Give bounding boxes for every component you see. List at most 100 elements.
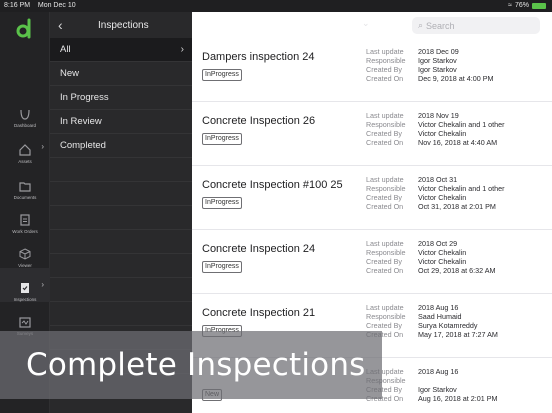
clipboard-list-icon xyxy=(20,214,30,226)
inspection-row[interactable]: Concrete Inspection #100 25 InProgress L… xyxy=(192,166,552,230)
inspection-meta: Last update 2018 Dec 09 Responsible Igor S… xyxy=(366,47,494,83)
responsible-value: Victor Chekalin and 1 other xyxy=(418,120,505,129)
meta-label: Last update xyxy=(366,47,404,56)
caption-text: Complete Inspections xyxy=(26,347,366,383)
meta-label: Created By xyxy=(366,129,402,138)
last-update-value: 2018 Oct 31 xyxy=(418,175,458,184)
filter-item-in-progress[interactable]: In Progress xyxy=(50,86,192,110)
created-by-value: Igor Starkov xyxy=(418,65,457,74)
search-input[interactable]: ⌕ Search xyxy=(412,17,540,34)
meta-label: Last update xyxy=(366,239,404,248)
inspection-name: Concrete Inspection 24 xyxy=(202,243,316,255)
created-on-value: Dec 9, 2018 at 4:00 PM xyxy=(418,74,494,83)
back-chevron-icon[interactable]: ‹ xyxy=(58,17,63,33)
last-update-value: 2018 Aug 16 xyxy=(418,367,459,376)
inspection-name: Dampers inspection 24 xyxy=(202,51,315,63)
filter-item-completed[interactable]: Completed xyxy=(50,134,192,158)
status-bar: 8:16 PM Mon Dec 10 ≈ 76% xyxy=(0,0,552,12)
caption-overlay: Complete Inspections xyxy=(0,331,382,399)
created-by-value: Victor Chekalin xyxy=(418,257,467,266)
filter-divider xyxy=(50,206,192,230)
battery-percent: 76% xyxy=(514,2,529,9)
app-logo-icon xyxy=(16,18,31,39)
filter-header: ‹ Inspections xyxy=(50,12,192,38)
rail-item-viewer[interactable]: Viewer xyxy=(0,234,50,268)
responsible-value: Victor Chekalin and 1 other xyxy=(418,184,505,193)
meta-label: Last update xyxy=(366,111,404,120)
house-icon xyxy=(19,144,31,156)
inspection-name: Concrete Inspection 21 xyxy=(202,307,316,319)
meta-label: Responsible xyxy=(366,56,406,65)
rail-item-documents[interactable]: Documents xyxy=(0,166,50,200)
created-on-value: Nov 16, 2018 at 4:40 AM xyxy=(418,138,498,147)
rail-item-work-orders[interactable]: Work Orders xyxy=(0,200,50,234)
created-on-value: Aug 16, 2018 at 2:01 PM xyxy=(418,394,498,403)
created-on-value: May 17, 2018 at 7:27 AM xyxy=(418,330,498,339)
created-by-value: Igor Starkov xyxy=(418,385,457,394)
meta-label: Created On xyxy=(366,202,404,211)
inspection-row[interactable]: Concrete Inspection 24 InProgress Last u… xyxy=(192,230,552,294)
battery-icon xyxy=(532,2,546,9)
meta-label: Last update xyxy=(366,303,404,312)
inspection-row[interactable]: Concrete Inspection 26 InProgress Last u… xyxy=(192,102,552,166)
created-by-value: Victor Chekalin xyxy=(418,193,467,202)
inspection-name: Concrete Inspection 26 xyxy=(202,115,316,127)
meta-label: Responsible xyxy=(366,120,406,129)
last-update-value: 2018 Dec 09 xyxy=(418,47,459,56)
inspection-meta: Last update 2018 Aug 16 Responsible Saad H… xyxy=(366,303,498,339)
inspection-meta: Last update 2018 Oct 31 Responsible Victor… xyxy=(366,175,505,211)
filter-item-in-review[interactable]: In Review xyxy=(50,110,192,134)
filter-divider xyxy=(50,182,192,206)
search-icon: ⌕ xyxy=(418,20,424,30)
status-time: 8:16 PM xyxy=(4,2,31,9)
status-indicators: ≈ 76% xyxy=(508,2,546,9)
survey-icon xyxy=(19,317,31,328)
status-time-date: 8:16 PM Mon Dec 10 xyxy=(4,2,76,9)
chevron-down-icon[interactable]: ⌄ xyxy=(362,18,370,29)
clipboard-check-icon xyxy=(21,283,29,293)
rail-item-assets[interactable]: Assets › xyxy=(0,130,50,164)
filter-item-new[interactable]: New xyxy=(50,62,192,86)
meta-label: Created On xyxy=(366,138,404,147)
search-placeholder: Search xyxy=(426,20,455,31)
last-update-value: 2018 Aug 16 xyxy=(418,303,459,312)
cube-icon xyxy=(19,248,31,260)
status-badge: InProgress xyxy=(202,69,242,81)
rail-item-dashboard[interactable]: Dashboard xyxy=(0,94,50,128)
wifi-icon: ≈ xyxy=(508,2,512,9)
meta-label: Created By xyxy=(366,65,402,74)
filter-divider xyxy=(50,254,192,278)
responsible-value: Victor Chekalin xyxy=(418,248,467,257)
meta-label: Created On xyxy=(366,266,404,275)
list-toolbar: ⌄ ⌕ Search xyxy=(192,12,552,38)
filter-item-all[interactable]: All › xyxy=(50,38,192,62)
inspection-meta: Last update 2018 Aug 16 Responsible Creat… xyxy=(366,367,498,403)
meta-label: Last update xyxy=(366,175,404,184)
meta-label: Created By xyxy=(366,193,402,202)
filter-divider xyxy=(50,230,192,254)
folder-icon xyxy=(19,182,31,192)
chevron-right-icon: › xyxy=(41,280,44,289)
chevron-right-icon: › xyxy=(41,142,44,151)
filter-divider xyxy=(50,302,192,326)
responsible-value: Igor Starkov xyxy=(418,56,457,65)
last-update-value: 2018 Oct 29 xyxy=(418,239,458,248)
inspection-name: Concrete Inspection #100 25 xyxy=(202,179,343,191)
inspection-row[interactable]: Dampers inspection 24 InProgress Last up… xyxy=(192,38,552,102)
inspection-meta: Last update 2018 Oct 29 Responsible Victor… xyxy=(366,239,496,275)
chevron-right-icon: › xyxy=(180,44,184,55)
meta-label: Created On xyxy=(366,74,404,83)
status-date: Mon Dec 10 xyxy=(37,2,76,9)
meta-label: Responsible xyxy=(366,248,406,257)
meta-label: Responsible xyxy=(366,184,406,193)
rail-item-inspections[interactable]: Inspections › xyxy=(0,268,50,302)
status-badge: InProgress xyxy=(202,261,242,273)
meta-label: Created By xyxy=(366,321,402,330)
status-badge: InProgress xyxy=(202,133,242,145)
filter-divider xyxy=(50,278,192,302)
meta-label: Responsible xyxy=(366,312,406,321)
status-badge: InProgress xyxy=(202,197,242,209)
created-by-value: Surya Kotamreddy xyxy=(418,321,478,330)
filter-title: Inspections xyxy=(98,20,149,31)
last-update-value: 2018 Nov 19 xyxy=(418,111,459,120)
